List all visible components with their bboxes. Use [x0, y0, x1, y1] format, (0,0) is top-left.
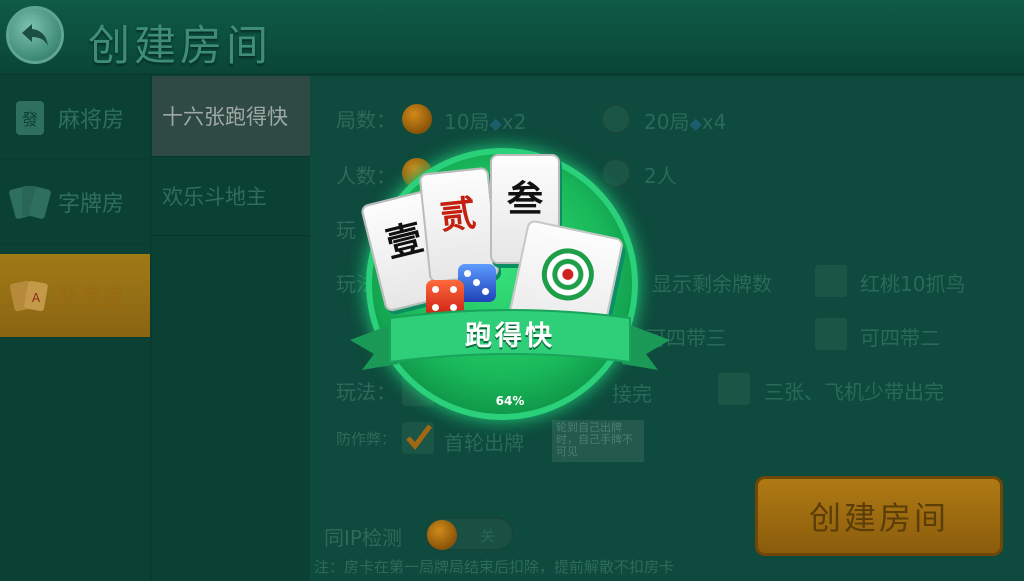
svg-text:A: A — [32, 291, 41, 305]
rounds-10-radio[interactable] — [402, 104, 432, 134]
diamond-icon: ◆ — [689, 114, 702, 133]
game-title-ribbon: 跑得快 — [465, 321, 555, 352]
rounds-20-option[interactable]: 20局◆x4 — [644, 106, 726, 135]
four-two-label[interactable]: 可四带二 — [860, 322, 940, 351]
game-item-doudizhu[interactable]: 欢乐斗地主 — [152, 156, 310, 236]
heart10-label[interactable]: 红桃10抓鸟 — [860, 268, 965, 297]
heart10-checkbox[interactable] — [815, 265, 847, 297]
game-list: 十六张跑得快 欢乐斗地主 — [152, 76, 310, 581]
rounds-label: 局数： — [336, 108, 396, 132]
same-ip-toggle[interactable]: 关 — [424, 517, 514, 551]
mahjong-tile-icon: 發 — [6, 94, 54, 142]
same-ip-label: 同IP检测 — [324, 526, 402, 550]
game-item-paodekuai[interactable]: 十六张跑得快 — [152, 76, 310, 156]
first-round-label[interactable]: 首轮出牌 — [444, 427, 524, 456]
loading-progress-text: 64% — [495, 394, 525, 408]
header-bar: 创建房间 — [0, 0, 1024, 76]
toggle-knob — [427, 520, 457, 550]
back-arrow-icon — [22, 24, 48, 46]
zipai-cards-icon — [6, 178, 54, 226]
create-room-button[interactable]: 创建房间 — [755, 476, 1003, 556]
page-title: 创建房间 — [88, 21, 273, 70]
back-button[interactable] — [6, 6, 64, 64]
rounds-10-option[interactable]: 10局◆x2 — [444, 106, 526, 135]
room-card-note: 注：房卡在第一局牌局结束后扣除，提前解散不扣房卡 — [314, 558, 675, 576]
rounds-20-label: 20局 — [644, 110, 690, 134]
loading-overlay: 壹 贰 叁 跑得快 64% — [340, 148, 680, 428]
sidebar-item-zipai[interactable]: 字牌房 — [0, 160, 150, 244]
poker-cards-icon: A — [6, 272, 54, 320]
rounds-20-cost: x4 — [701, 110, 727, 134]
diamond-icon: ◆ — [489, 114, 502, 133]
three-plane-label[interactable]: 三张、飞机少带出完 — [764, 376, 944, 405]
sidebar-item-mahjong[interactable]: 發 麻将房 — [0, 76, 150, 160]
sidebar-item-poker[interactable]: A 扑克房 — [0, 254, 150, 338]
four-two-checkbox[interactable] — [815, 318, 847, 350]
three-plane-checkbox[interactable] — [718, 373, 750, 405]
sidebar-item-label: 扑克房 — [58, 285, 125, 311]
flower-icon — [537, 243, 599, 306]
room-type-sidebar: 發 麻将房 字牌房 A 扑克房 — [0, 76, 150, 581]
toggle-state-text: 关 — [480, 527, 496, 545]
anticheat-label: 防作弊： — [336, 430, 397, 448]
sidebar-item-label: 字牌房 — [58, 191, 125, 217]
svg-text:發: 發 — [22, 110, 38, 129]
rounds-10-cost: x2 — [501, 110, 527, 134]
rounds-20-radio[interactable] — [601, 104, 631, 134]
rounds-10-label: 10局 — [444, 110, 490, 134]
sidebar-item-label: 麻将房 — [58, 107, 125, 133]
